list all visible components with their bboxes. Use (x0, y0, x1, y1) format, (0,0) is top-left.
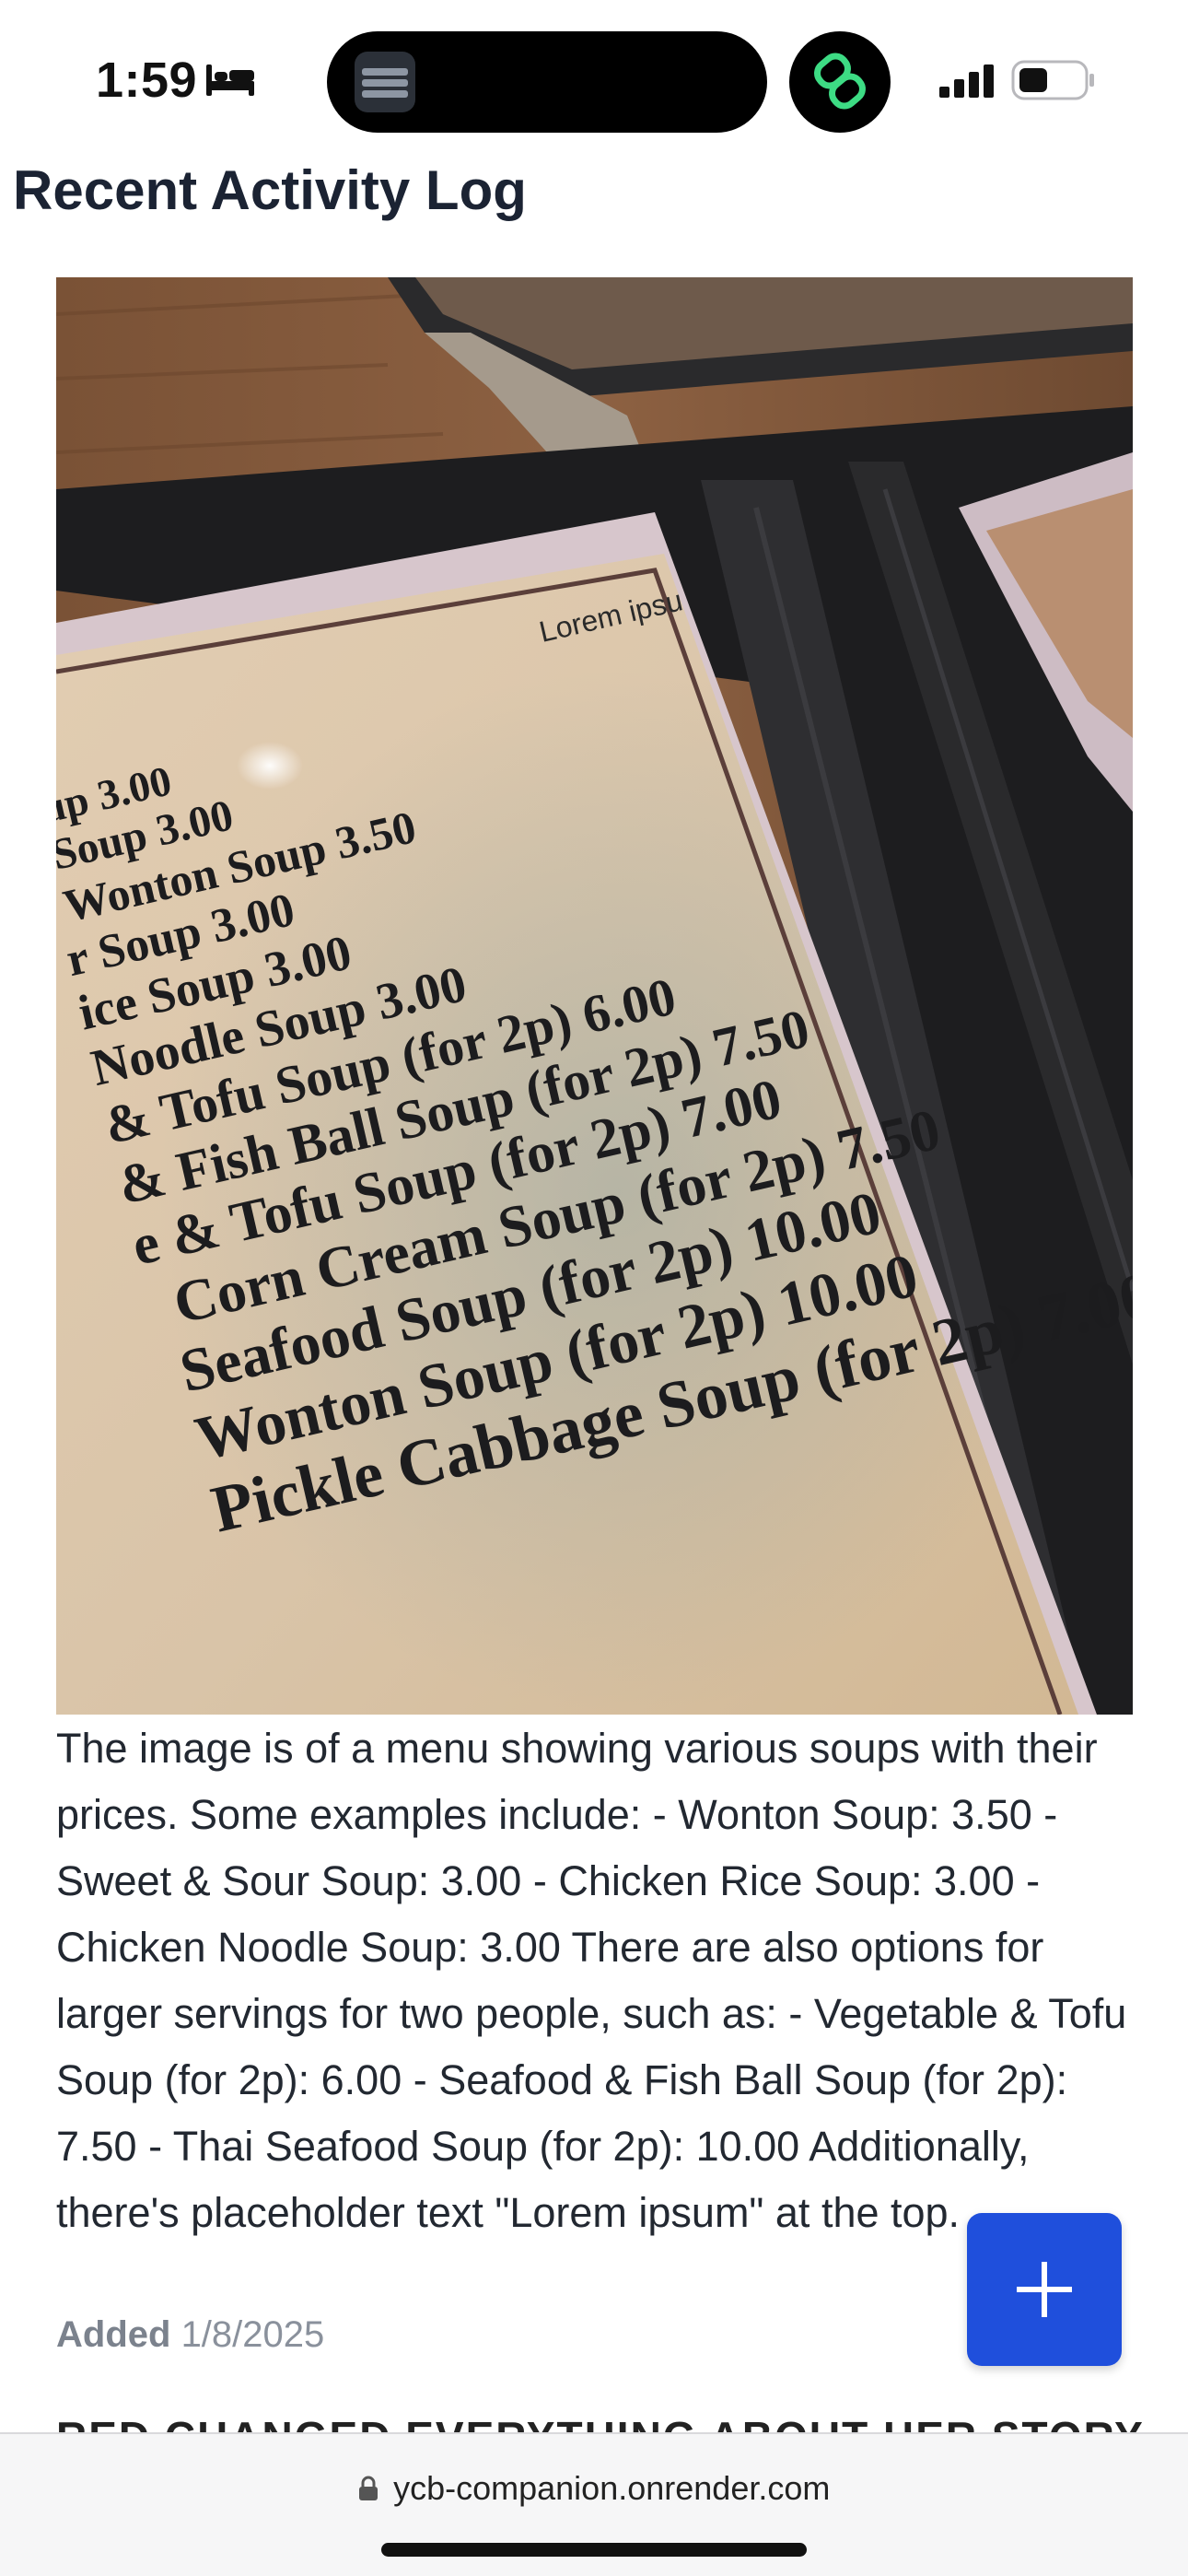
island-app-thumbnail (355, 52, 415, 112)
signal-icon (939, 64, 994, 98)
dynamic-island[interactable] (327, 31, 767, 133)
entry-description: The image is of a menu showing various s… (56, 1725, 1127, 2236)
add-entry-button[interactable] (967, 2213, 1122, 2366)
status-bar: 1:59 (0, 0, 1188, 157)
battery-icon (1011, 60, 1094, 100)
plus-icon (1017, 2262, 1072, 2317)
home-indicator[interactable] (381, 2543, 807, 2557)
page-title: Recent Activity Log (13, 159, 527, 221)
url-text[interactable]: ycb-companion.onrender.com (393, 2469, 830, 2508)
live-activity-pill[interactable] (789, 31, 891, 133)
bed-icon (206, 64, 254, 96)
lock-icon (358, 2476, 378, 2500)
status-time: 1:59 (96, 53, 198, 108)
screen: 1:59 Recent Activity Log Lorem ipsu up 3… (0, 0, 1188, 2576)
added-date: 1/8/2025 (181, 2314, 325, 2355)
added-label: Added (56, 2314, 171, 2355)
chain-link-icon (814, 53, 866, 110)
entry-photo[interactable]: Lorem ipsu up 3.00 Soup 3.00 Wonton Soup… (56, 277, 1133, 1715)
entry-date: Added 1/8/2025 (56, 2314, 324, 2356)
